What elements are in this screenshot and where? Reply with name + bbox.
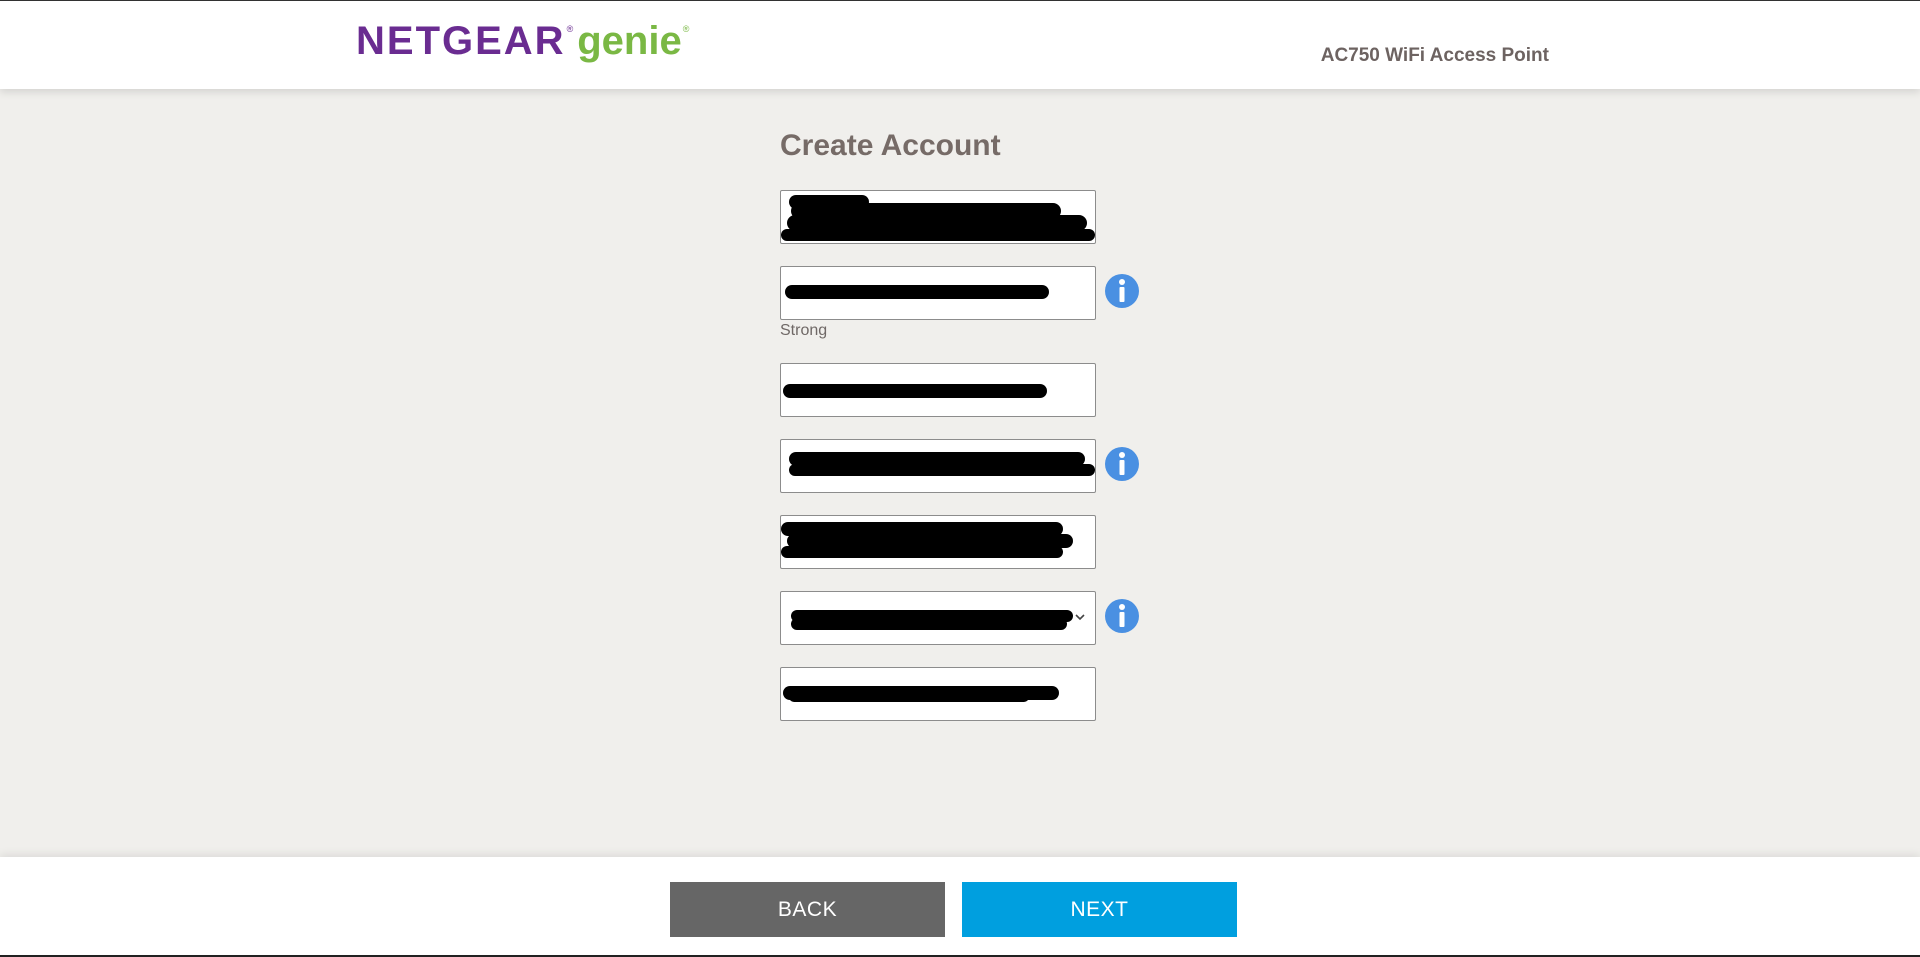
account-field-5[interactable] <box>780 515 1096 569</box>
header: NETGEAR ® genie ® AC750 WiFi Access Poin… <box>0 1 1920 89</box>
page: NETGEAR ® genie ® AC750 WiFi Access Poin… <box>0 0 1920 957</box>
logo-registered-mark-2: ® <box>682 24 690 34</box>
account-field-2[interactable] <box>780 266 1096 320</box>
account-input-1[interactable] <box>791 191 1089 243</box>
next-button[interactable]: NEXT <box>962 882 1237 937</box>
logo-registered-mark: ® <box>566 24 574 34</box>
account-input-5[interactable] <box>791 516 1089 568</box>
password-strength-label: Strong <box>780 322 828 339</box>
info-icon[interactable] <box>1104 446 1140 482</box>
footer: BACK NEXT <box>0 857 1920 955</box>
info-icon[interactable] <box>1104 273 1140 309</box>
account-field-7[interactable] <box>780 667 1096 721</box>
account-input-4[interactable] <box>791 440 1089 492</box>
account-dropdown-6[interactable] <box>791 592 1085 644</box>
account-field-1[interactable] <box>780 190 1096 244</box>
netgear-genie-logo: NETGEAR ® genie ® <box>356 19 689 69</box>
page-title: Create Account <box>780 129 1001 162</box>
back-button[interactable]: BACK <box>670 882 945 937</box>
account-input-7[interactable] <box>791 668 1089 720</box>
info-icon[interactable] <box>1104 598 1140 634</box>
account-field-3[interactable] <box>780 363 1096 417</box>
account-select-6[interactable] <box>780 591 1096 645</box>
account-input-2[interactable] <box>791 267 1089 319</box>
logo-product-text: genie <box>577 19 682 63</box>
main-content: Create Account Strong <box>0 89 1920 857</box>
account-field-4[interactable] <box>780 439 1096 493</box>
product-name: AC750 WiFi Access Point <box>1320 45 1549 66</box>
logo-brand-text: NETGEAR <box>356 19 566 63</box>
account-input-3[interactable] <box>791 364 1089 416</box>
